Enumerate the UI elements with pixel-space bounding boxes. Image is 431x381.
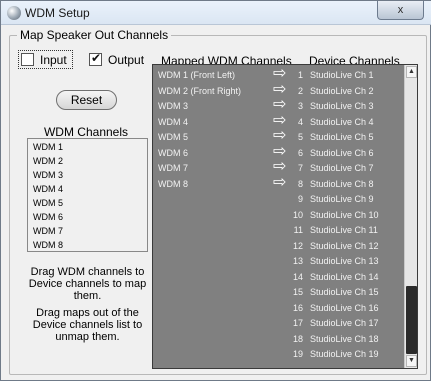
mapping-row[interactable]: 17 StudioLive Ch 17 (153, 316, 405, 332)
mapped-wdm-label[interactable]: WDM 3 (158, 101, 188, 111)
wdm-channel-item[interactable]: WDM 7 (33, 226, 63, 236)
wdm-channels-list[interactable]: WDM 1 WDM 2 WDM 3 WDM 4 WDM 5 WDM 6 WDM … (27, 138, 148, 252)
device-channel-number: 17 (292, 318, 303, 328)
title-bar[interactable]: WDM Setup x (1, 1, 431, 25)
device-channel-label[interactable]: StudioLive Ch 4 (310, 117, 374, 127)
wdm-channels-heading: WDM Channels (43, 125, 129, 139)
mapped-wdm-label[interactable]: WDM 5 (158, 132, 188, 142)
device-channel-number: 19 (292, 349, 303, 359)
device-channel-label[interactable]: StudioLive Ch 15 (310, 287, 379, 297)
mapped-wdm-label[interactable]: WDM 6 (158, 148, 188, 158)
mapping-row[interactable]: 9 StudioLive Ch 9 (153, 192, 405, 208)
close-button[interactable]: x (377, 1, 424, 20)
mapping-row[interactable]: 18 StudioLive Ch 18 (153, 332, 405, 348)
mapped-wdm-label[interactable]: WDM 8 (158, 179, 188, 189)
device-channel-number: 11 (293, 225, 303, 235)
device-channel-label[interactable]: StudioLive Ch 13 (310, 256, 379, 266)
device-channel-number: 3 (297, 101, 303, 111)
wdm-channel-item[interactable]: WDM 5 (33, 198, 63, 208)
device-channel-number: 2 (297, 85, 303, 96)
mapping-row[interactable]: WDM 8 ⇨ 8 StudioLive Ch 8 (153, 174, 405, 193)
output-checkbox-box[interactable] (89, 51, 102, 66)
device-channel-number: 5 (297, 132, 303, 142)
wdm-setup-window: WDM Setup x Map Speaker Out Channels Inp… (0, 0, 431, 381)
input-checkbox[interactable]: Input (18, 50, 77, 69)
device-channel-number: 6 (297, 147, 303, 158)
mapping-row[interactable]: 16 StudioLive Ch 16 (153, 301, 405, 317)
vertical-scrollbar[interactable]: ▲ ▼ (404, 65, 417, 368)
device-channel-label[interactable]: StudioLive Ch 12 (310, 241, 379, 251)
group-title: Map Speaker Out Channels (17, 28, 172, 42)
mapped-wdm-label[interactable]: WDM 2 (Front Right) (158, 86, 241, 96)
input-checkbox-label: Input (40, 53, 67, 67)
mapping-row[interactable]: 12 StudioLive Ch 12 (153, 239, 405, 255)
app-icon (7, 6, 21, 20)
device-channel-label[interactable]: StudioLive Ch 17 (310, 318, 379, 328)
device-channel-label[interactable]: StudioLive Ch 11 (310, 225, 378, 235)
output-checkbox-label: Output (108, 53, 145, 67)
mapped-wdm-label[interactable]: WDM 1 (Front Left) (158, 70, 235, 80)
device-channel-number: 1 (297, 70, 303, 80)
device-channel-label[interactable]: StudioLive Ch 10 (310, 210, 379, 220)
wdm-channel-item[interactable]: WDM 3 (33, 170, 63, 180)
device-channel-label[interactable]: StudioLive Ch 18 (310, 334, 379, 344)
help-text-unmap: Drag maps out of the Device channels lis… (32, 307, 143, 343)
device-channel-number: 16 (292, 302, 303, 313)
help-text-map: Drag WDM channels to Device channels to … (28, 266, 147, 302)
wdm-channel-item[interactable]: WDM 1 (33, 142, 63, 152)
device-channel-number: 15 (292, 287, 303, 297)
device-channel-label[interactable]: StudioLive Ch 1 (310, 70, 374, 80)
device-channel-label[interactable]: StudioLive Ch 7 (310, 163, 374, 173)
mapping-row[interactable]: 19 StudioLive Ch 19 (153, 347, 405, 363)
device-channel-number: 8 (297, 178, 303, 189)
device-channel-label[interactable]: StudioLive Ch 6 (310, 148, 374, 158)
device-channel-number: 7 (297, 163, 303, 173)
device-channel-label[interactable]: StudioLive Ch 5 (310, 132, 374, 142)
mapped-wdm-label[interactable]: WDM 4 (158, 117, 188, 127)
device-channel-number: 14 (292, 271, 303, 282)
device-channel-label[interactable]: StudioLive Ch 3 (310, 101, 374, 111)
reset-button[interactable]: Reset (56, 90, 117, 110)
device-channel-label[interactable]: StudioLive Ch 19 (310, 349, 379, 359)
device-channel-label[interactable]: StudioLive Ch 9 (310, 194, 374, 204)
wdm-channel-item[interactable]: WDM 8 (33, 240, 63, 250)
device-channel-label[interactable]: StudioLive Ch 8 (310, 179, 374, 189)
channel-mapping-list[interactable]: WDM 1 (Front Left) ⇨ 1 StudioLive Ch 1 WDM 2… (152, 64, 418, 369)
mapping-row[interactable]: 11 StudioLive Ch 11 (153, 223, 405, 239)
device-channel-number: 12 (292, 240, 303, 251)
device-channel-label[interactable]: StudioLive Ch 14 (310, 272, 379, 282)
scrollbar-thumb[interactable] (406, 286, 417, 354)
scroll-up-icon[interactable]: ▲ (406, 66, 417, 78)
wdm-channel-item[interactable]: WDM 6 (33, 212, 63, 222)
wdm-channel-item[interactable]: WDM 4 (33, 184, 63, 194)
device-channel-number: 9 (297, 194, 303, 204)
mapping-row[interactable]: 14 StudioLive Ch 14 (153, 270, 405, 286)
mapping-row[interactable]: 10 StudioLive Ch 10 (153, 208, 405, 224)
mapping-row[interactable]: 15 StudioLive Ch 15 (153, 285, 405, 301)
device-channel-number: 18 (292, 333, 303, 344)
device-channel-number: 13 (292, 256, 303, 266)
device-channel-label[interactable]: StudioLive Ch 16 (310, 303, 379, 313)
mapped-wdm-label[interactable]: WDM 7 (158, 163, 188, 173)
wdm-channel-item[interactable]: WDM 2 (33, 156, 63, 166)
input-checkbox-box[interactable] (21, 53, 34, 66)
mapping-row[interactable]: 13 StudioLive Ch 13 (153, 254, 405, 270)
scroll-down-icon[interactable]: ▼ (406, 355, 417, 367)
device-channel-label[interactable]: StudioLive Ch 2 (310, 86, 374, 96)
device-channel-number: 10 (292, 209, 303, 220)
window-title: WDM Setup (25, 6, 90, 20)
device-channel-number: 4 (297, 116, 303, 127)
